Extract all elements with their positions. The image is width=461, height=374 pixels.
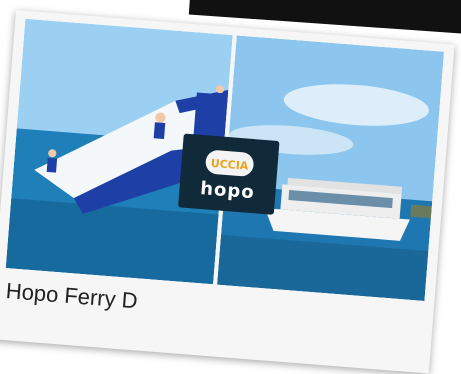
ferry-listing-card[interactable]: UCCIA hopo Hopo Ferry D [0,10,455,374]
card-title[interactable]: Hopo Ferry D [5,278,139,314]
hopo-wordmark: hopo [199,177,256,203]
hopo-mascot-icon: UCCIA [205,149,254,176]
hopo-logo: UCCIA hopo [178,133,280,215]
